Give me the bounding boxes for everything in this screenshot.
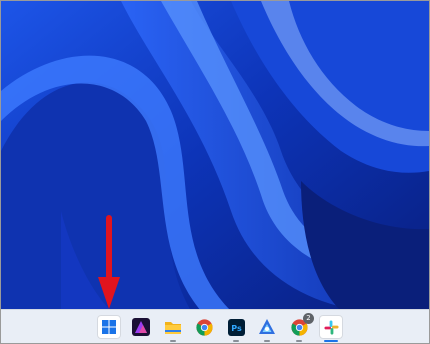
slack[interactable] (319, 315, 343, 342)
photoshop-icon: Ps (227, 318, 245, 336)
windows-logo-icon (102, 320, 116, 334)
running-indicator (264, 340, 270, 342)
taskbar: Ps 2 (1, 309, 429, 343)
taskbar-app-6[interactable] (255, 315, 279, 342)
red-arrow-annotation (98, 215, 120, 309)
chrome-profile[interactable]: 2 (287, 313, 314, 342)
running-indicator (233, 340, 239, 342)
active-indicator (324, 340, 338, 342)
folder-icon (165, 322, 181, 334)
chrome-icon (195, 318, 213, 336)
chrome[interactable] (192, 315, 216, 339)
desktop-wallpaper (1, 1, 429, 343)
slack-icon (323, 319, 339, 335)
triangle-app-icon (259, 319, 275, 334)
desktop-screen: Ps 2 (0, 0, 430, 344)
running-indicator (170, 340, 176, 342)
file-explorer[interactable] (161, 315, 185, 342)
notification-badge: 2 (303, 313, 314, 324)
start-button[interactable] (97, 315, 121, 339)
purple-app-icon (132, 318, 150, 336)
photoshop[interactable]: Ps (224, 315, 248, 342)
running-indicator (296, 340, 302, 342)
taskbar-app-2[interactable] (129, 315, 153, 339)
photoshop-label: Ps (231, 324, 242, 333)
